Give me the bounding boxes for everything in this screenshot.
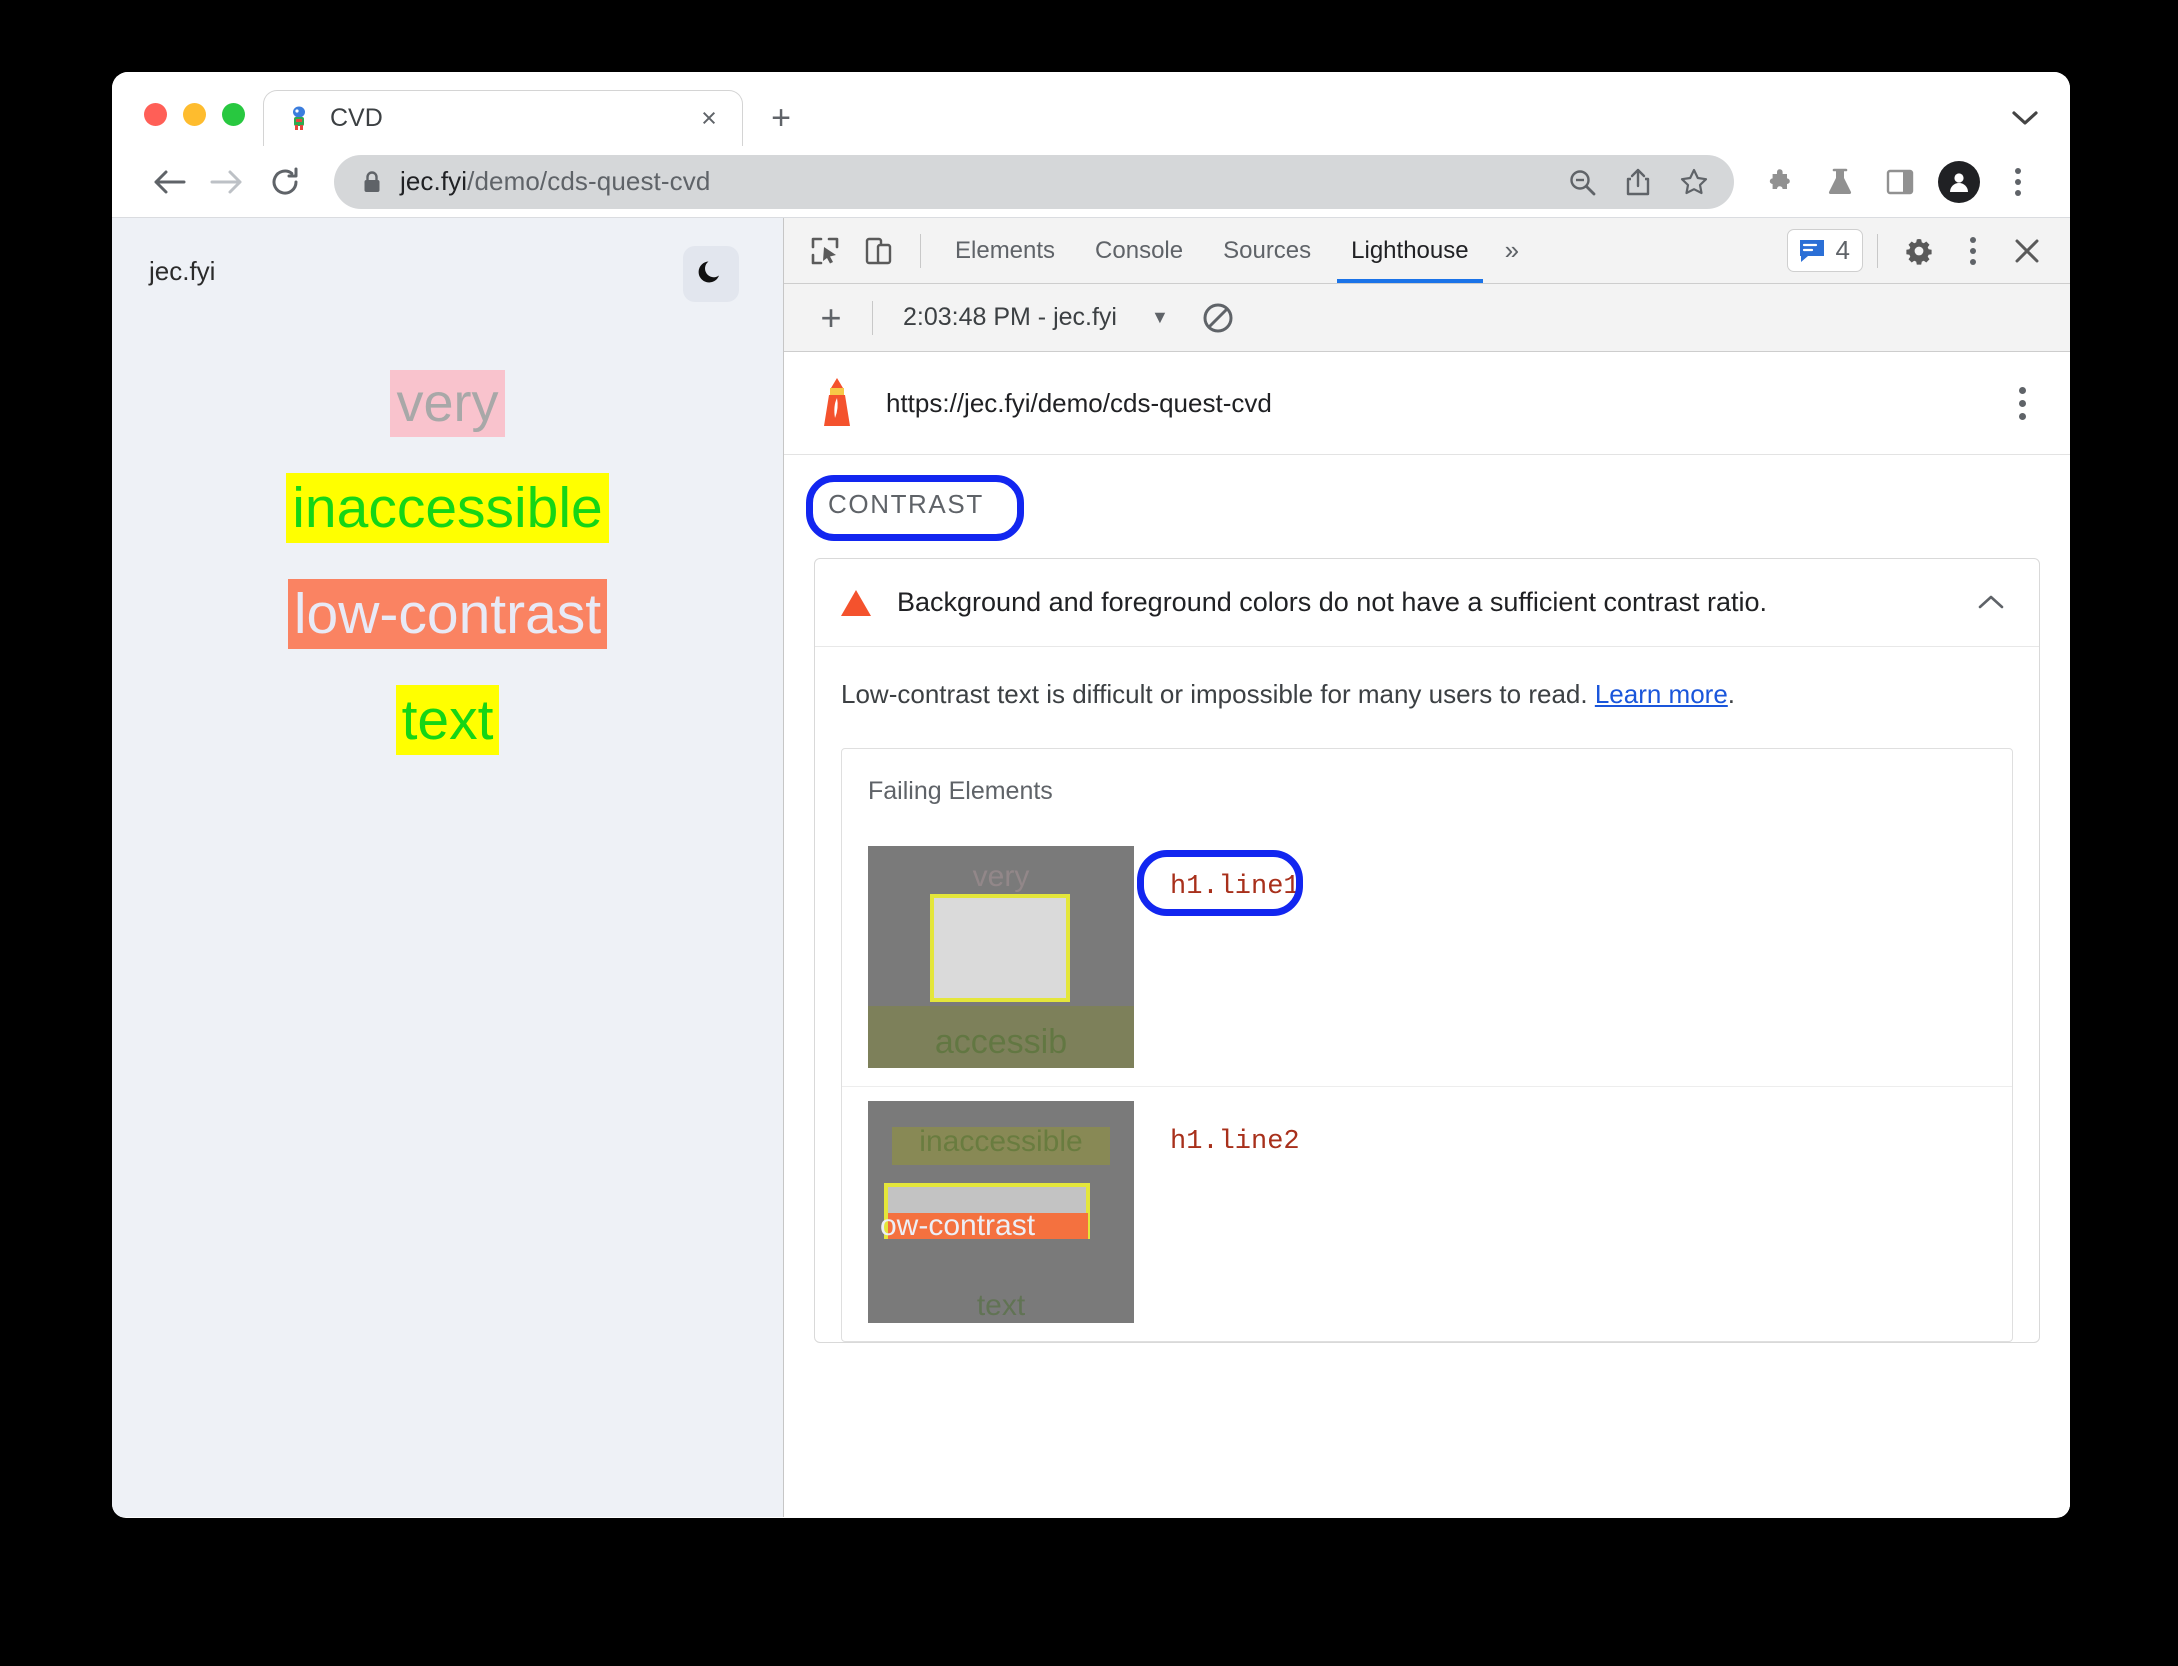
section-header: CONTRAST — [784, 455, 2070, 542]
close-icon[interactable] — [2000, 224, 2054, 278]
page-line-text: text — [395, 684, 500, 755]
message-icon — [1799, 239, 1824, 262]
failing-element-row[interactable]: inaccessible ow-contrast text h1.line2 — [842, 1086, 2012, 1341]
profile-avatar[interactable] — [1938, 160, 1980, 203]
reload-icon — [272, 167, 298, 194]
back-button[interactable] — [140, 153, 198, 211]
chrome-menu-kebab-icon[interactable] — [1990, 153, 2046, 211]
subbar-divider — [872, 300, 873, 335]
devtools-right-actions: 4 — [1786, 224, 2070, 278]
tab-title: CVD — [330, 104, 383, 132]
report-url: https://jec.fyi/demo/cds-quest-cvd — [886, 387, 1272, 418]
moon-icon — [696, 256, 726, 292]
learn-more-link[interactable]: Learn more — [1595, 679, 1728, 709]
bookmark-star-icon[interactable] — [1666, 155, 1722, 209]
page-line-low-contrast: low-contrast — [287, 578, 608, 649]
tab-sources[interactable]: Sources — [1203, 219, 1331, 283]
page-hero-text: very inaccessible low-contrast text — [112, 370, 783, 755]
device-toolbar-icon[interactable] — [852, 224, 906, 278]
report-header: https://jec.fyi/demo/cds-quest-cvd — [784, 352, 2070, 455]
message-count-badge[interactable]: 4 — [1786, 229, 1863, 272]
caret-down-icon[interactable]: ▼ — [1151, 307, 1169, 328]
audit-description-period: . — [1727, 679, 1736, 709]
actions-divider — [1877, 233, 1878, 268]
maximize-window-button[interactable] — [222, 103, 245, 126]
tab-lighthouse[interactable]: Lighthouse — [1331, 219, 1488, 283]
omnibox-actions — [1554, 155, 1734, 209]
thumb-text-very: very — [972, 860, 1030, 894]
lock-icon — [362, 170, 382, 194]
address-bar[interactable]: jec.fyi/demo/cds-quest-cvd — [334, 154, 1734, 209]
close-window-button[interactable] — [144, 103, 167, 126]
zoom-out-icon[interactable] — [1554, 155, 1610, 209]
thumb-text-text: text — [976, 1289, 1026, 1323]
page-viewport: jec.fyi very inaccessible low-contrast t… — [112, 218, 784, 1517]
browser-tab[interactable]: CVD × — [263, 90, 743, 146]
minimize-window-button[interactable] — [183, 103, 206, 126]
element-selector[interactable]: h1.line2 — [1170, 1087, 1300, 1157]
page-line-inaccessible: inaccessible — [286, 472, 609, 543]
audit-description-text: Low-contrast text is difficult or imposs… — [841, 679, 1595, 709]
toolbar-divider — [920, 233, 921, 268]
chevron-up-icon[interactable] — [1969, 587, 2013, 618]
warning-triangle-icon — [841, 589, 871, 616]
tab-search-button[interactable] — [1994, 90, 2056, 146]
chevron-down-icon — [2012, 111, 2038, 125]
element-selector[interactable]: h1.line1 — [1170, 832, 1300, 902]
devtools-tab-bar: Elements Console Sources Lighthouse » 4 — [784, 218, 2070, 284]
experiments-flask-icon[interactable] — [1812, 153, 1868, 211]
reload-button[interactable] — [256, 153, 314, 211]
tab-strip: CVD × + — [112, 72, 2070, 146]
lighthouse-report: https://jec.fyi/demo/cds-quest-cvd CONTR… — [784, 352, 2070, 1517]
no-entry-clear-icon[interactable] — [1195, 295, 1241, 341]
audit-title: Background and foreground colors do not … — [897, 587, 1768, 617]
new-audit-button[interactable]: + — [804, 291, 858, 345]
thumb-text-low-contrast: ow-contrast — [880, 1209, 1036, 1243]
address-bar-url: jec.fyi/demo/cds-quest-cvd — [400, 166, 710, 197]
failing-element-row[interactable]: very accessib h1.line1 — [842, 832, 2012, 1086]
url-host: jec.fyi — [400, 166, 468, 196]
arrow-forward-icon — [210, 170, 242, 193]
window-controls — [112, 103, 263, 146]
audit-run-selector[interactable]: 2:03:48 PM - jec.fyi — [903, 303, 1117, 332]
toolbar-right-actions — [1748, 153, 2046, 211]
url-path: /demo/cds-quest-cvd — [467, 166, 711, 196]
more-tabs-button[interactable]: » — [1489, 219, 1535, 283]
share-icon[interactable] — [1610, 155, 1666, 209]
theme-toggle-button[interactable] — [683, 246, 739, 302]
audit-card-contrast: Background and foreground colors do not … — [814, 558, 2040, 1344]
extensions-puzzle-icon[interactable] — [1752, 153, 1808, 211]
lighthouse-icon — [814, 376, 860, 430]
audit-header[interactable]: Background and foreground colors do not … — [815, 559, 2039, 647]
forward-button[interactable] — [198, 153, 256, 211]
thumb-text-inaccessible: inaccessible — [919, 1125, 1083, 1159]
report-kebab-menu-icon[interactable] — [2009, 381, 2036, 426]
tab-close-button[interactable]: × — [692, 102, 726, 136]
page-line-very: very — [390, 370, 505, 437]
tab-elements[interactable]: Elements — [935, 219, 1075, 283]
inspect-cursor-icon[interactable] — [798, 224, 852, 278]
failing-elements-title: Failing Elements — [868, 777, 1053, 806]
message-count: 4 — [1835, 235, 1850, 265]
audit-description: Low-contrast text is difficult or imposs… — [815, 647, 2039, 738]
element-screenshot-thumbnail[interactable]: very accessib — [868, 846, 1134, 1069]
side-panel-icon[interactable] — [1872, 153, 1928, 211]
element-highlight-box — [930, 894, 1070, 1003]
devtools-panel: Elements Console Sources Lighthouse » 4 — [784, 218, 2070, 1517]
browser-window: CVD × + jec.fyi/demo/cds-quest-cvd jec.f… — [112, 72, 2070, 1518]
tab-console[interactable]: Console — [1075, 219, 1203, 283]
favicon-icon — [286, 106, 312, 132]
page-site-name: jec.fyi — [149, 256, 216, 286]
new-tab-button[interactable]: + — [753, 90, 809, 146]
window-body: jec.fyi very inaccessible low-contrast t… — [112, 218, 2070, 1517]
gear-icon[interactable] — [1892, 224, 1946, 278]
element-screenshot-thumbnail[interactable]: inaccessible ow-contrast text — [868, 1101, 1134, 1324]
arrow-back-icon — [154, 170, 186, 193]
thumb-text-accessib: accessib — [934, 1023, 1068, 1062]
lighthouse-subbar: + 2:03:48 PM - jec.fyi ▼ — [784, 284, 2070, 352]
failing-elements-box: Failing Elements very accessib h1.line1 — [841, 748, 2013, 1343]
browser-toolbar: jec.fyi/demo/cds-quest-cvd — [112, 146, 2070, 218]
kebab-menu-icon[interactable] — [1946, 224, 2000, 278]
section-title-contrast: CONTRAST — [828, 489, 984, 519]
